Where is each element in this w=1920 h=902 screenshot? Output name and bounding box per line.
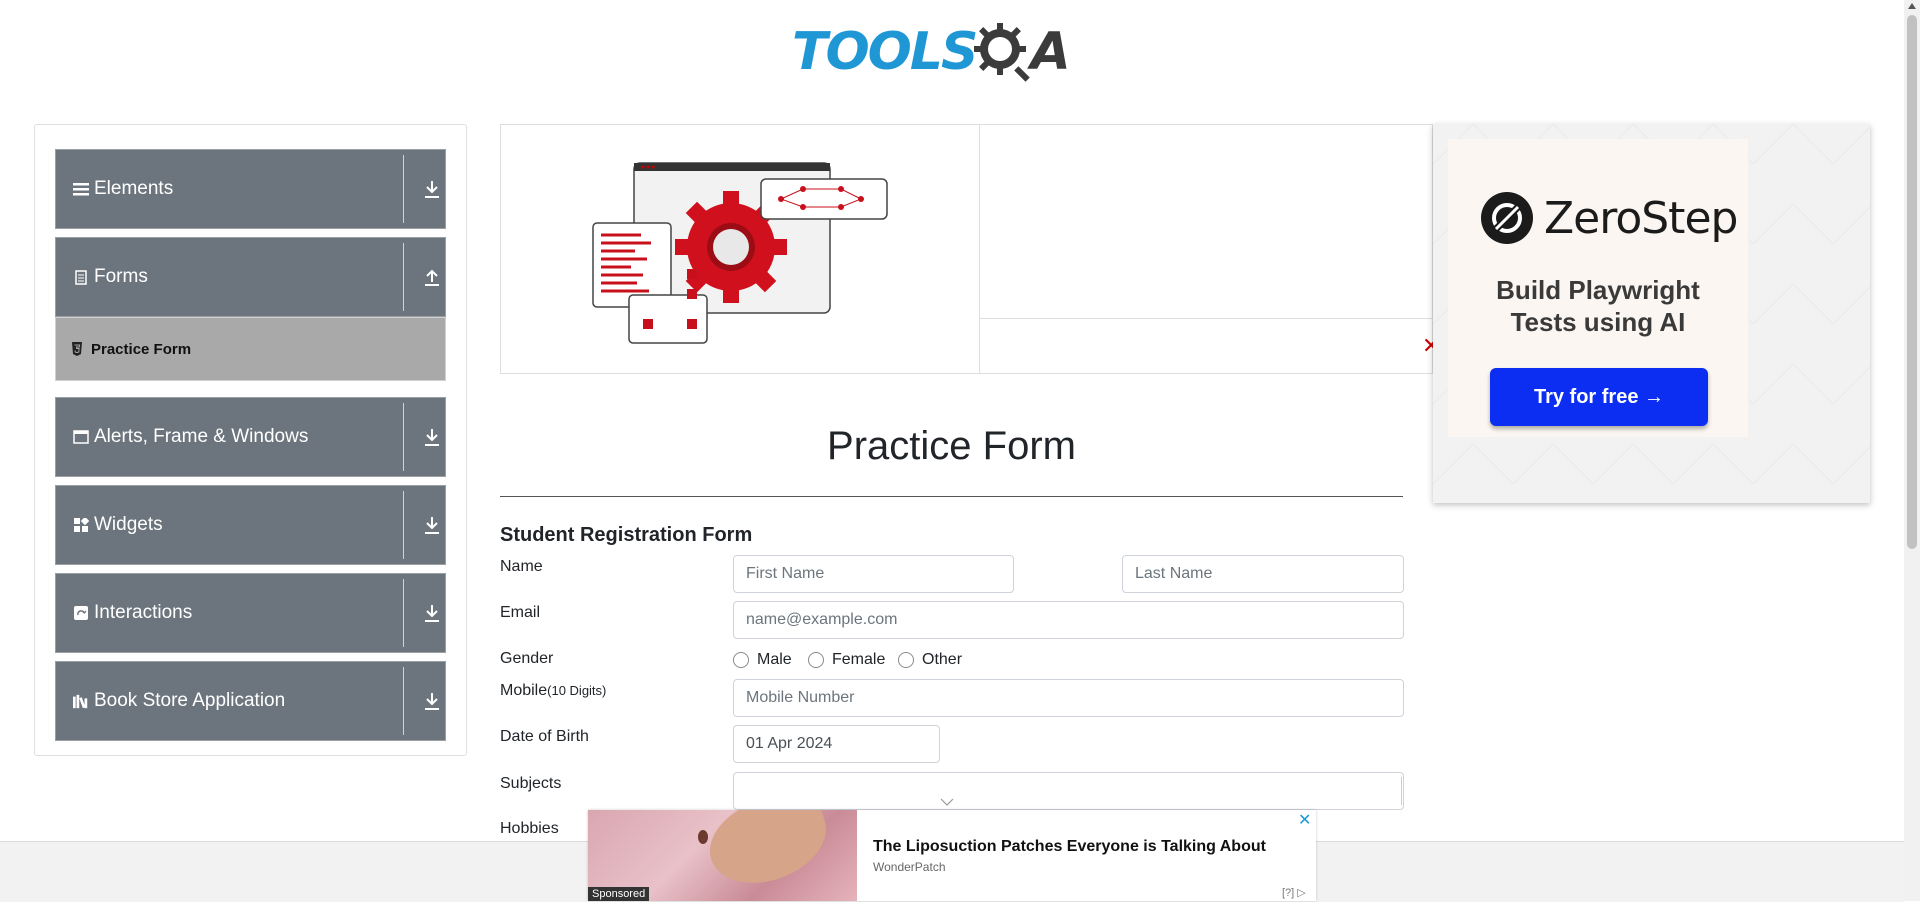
mobile-label: Mobile(10 Digits) xyxy=(500,682,606,700)
name-label: Name xyxy=(500,558,543,575)
subjects-input[interactable] xyxy=(733,772,1404,810)
sidebar-group-interactions[interactable]: Interactions xyxy=(55,573,446,653)
divider xyxy=(980,318,1432,319)
download-arrow-icon[interactable] xyxy=(423,602,441,624)
sidebar-group-elements[interactable]: Elements xyxy=(55,149,446,229)
sidebar-group-label: Forms xyxy=(94,266,148,287)
zerostep-brand-name: ZeroStep xyxy=(1544,192,1738,244)
ad-image-patch xyxy=(698,830,708,844)
hamburger-icon xyxy=(73,181,89,197)
sidebar-group-label: Book Store Application xyxy=(94,690,286,711)
scrollbar-thumb[interactable] xyxy=(1907,15,1917,549)
subjects-label: Subjects xyxy=(500,775,562,792)
gear-illustration-image xyxy=(592,162,888,344)
date-of-birth-input[interactable] xyxy=(733,725,940,763)
sponsored-badge: Sponsored xyxy=(588,887,650,901)
logo-qa-text: A xyxy=(1030,22,1070,82)
sidebar-group-book-store[interactable]: Book Store Application xyxy=(55,661,446,741)
divider xyxy=(403,243,404,311)
toolsqa-logo[interactable]: TOOLS A xyxy=(792,14,1071,90)
divider xyxy=(979,125,980,373)
top-banner[interactable]: ✕ xyxy=(500,124,1440,374)
scroll-up-icon[interactable] xyxy=(1908,3,1916,9)
chevron-down-icon xyxy=(940,798,954,806)
interactions-icon xyxy=(73,605,89,621)
upload-arrow-icon[interactable] xyxy=(423,266,441,288)
download-arrow-icon[interactable] xyxy=(423,690,441,712)
sidebar-group-label: Widgets xyxy=(94,514,163,535)
radio-button[interactable] xyxy=(808,652,824,668)
page-title: Practice Form xyxy=(827,424,1076,468)
ad-brand: WonderPatch xyxy=(873,860,946,874)
mobile-input[interactable] xyxy=(733,679,1404,717)
sidebar-group-label: Alerts, Frame & Windows xyxy=(94,426,309,447)
sidebar-group-alerts[interactable]: Alerts, Frame & Windows xyxy=(55,397,446,477)
download-arrow-icon[interactable] xyxy=(423,426,441,448)
try-for-free-button[interactable]: Try for free → xyxy=(1490,368,1708,426)
zerostep-logo: ZeroStep xyxy=(1480,191,1738,245)
divider xyxy=(403,155,404,223)
zerostep-logo-icon xyxy=(1481,192,1533,244)
divider xyxy=(403,403,404,471)
books-icon xyxy=(73,693,89,709)
radio-button[interactable] xyxy=(898,652,914,668)
ad-headline[interactable]: The Liposuction Patches Everyone is Talk… xyxy=(873,838,1266,856)
gender-radio-female[interactable]: Female xyxy=(808,651,885,669)
first-name-input[interactable] xyxy=(733,555,1014,593)
sidebar-group-label: Elements xyxy=(94,178,174,199)
hobbies-label: Hobbies xyxy=(500,820,559,837)
radio-button[interactable] xyxy=(733,652,749,668)
divider xyxy=(403,579,404,647)
close-icon[interactable]: ✕ xyxy=(1298,810,1311,830)
html5-icon xyxy=(72,342,82,356)
title-divider xyxy=(500,496,1403,497)
zerostep-ad[interactable]: ZeroStep Build Playwright Tests using AI… xyxy=(1433,124,1870,503)
mobile-label-text: Mobile xyxy=(500,682,548,699)
gender-radio-other[interactable]: Other xyxy=(898,651,962,669)
ad-info-icon[interactable]: [?] ▷ xyxy=(1282,886,1306,899)
ad-card: ZeroStep Build Playwright Tests using AI… xyxy=(1448,139,1748,437)
ad-headline-line1: Build Playwright xyxy=(1496,275,1700,305)
mobile-hint: (10 Digits) xyxy=(547,683,607,698)
ad-headline: Build Playwright Tests using AI xyxy=(1448,274,1748,338)
ad-info-text: [?] xyxy=(1282,887,1295,899)
dob-label: Date of Birth xyxy=(500,728,589,745)
document-icon xyxy=(73,269,89,285)
email-label: Email xyxy=(500,604,541,621)
gender-label: Gender xyxy=(500,650,554,667)
sidebar-group-label: Interactions xyxy=(94,602,193,623)
ad-image-hand xyxy=(697,810,839,899)
window-icon xyxy=(73,429,89,445)
email-input[interactable] xyxy=(733,601,1404,639)
sidebar-item-label: Practice Form xyxy=(91,340,192,358)
sidebar-item-practice-form[interactable]: Practice Form xyxy=(55,317,446,381)
sidebar-group-widgets[interactable]: Widgets xyxy=(55,485,446,565)
gender-radio-male[interactable]: Male xyxy=(733,651,792,669)
sidebar-group-forms[interactable]: Forms xyxy=(55,237,446,317)
form-title: Student Registration Form xyxy=(500,524,753,546)
bottom-ad[interactable]: Sponsored The Liposuction Patches Everyo… xyxy=(588,810,1316,901)
radio-label: Female xyxy=(832,651,886,668)
download-arrow-icon[interactable] xyxy=(423,178,441,200)
widgets-icon xyxy=(73,517,89,533)
radio-label: Other xyxy=(922,651,963,668)
download-arrow-icon[interactable] xyxy=(423,514,441,536)
gear-magnifier-icon xyxy=(974,23,1031,82)
logo-tools-text: TOOLS xyxy=(792,22,978,82)
divider xyxy=(403,667,404,735)
last-name-input[interactable] xyxy=(1122,555,1404,593)
divider xyxy=(403,491,404,559)
ad-headline-line2: Tests using AI xyxy=(1510,307,1686,337)
divider xyxy=(1401,777,1402,805)
vertical-scrollbar[interactable] xyxy=(1904,0,1920,901)
radio-label: Male xyxy=(757,651,792,668)
